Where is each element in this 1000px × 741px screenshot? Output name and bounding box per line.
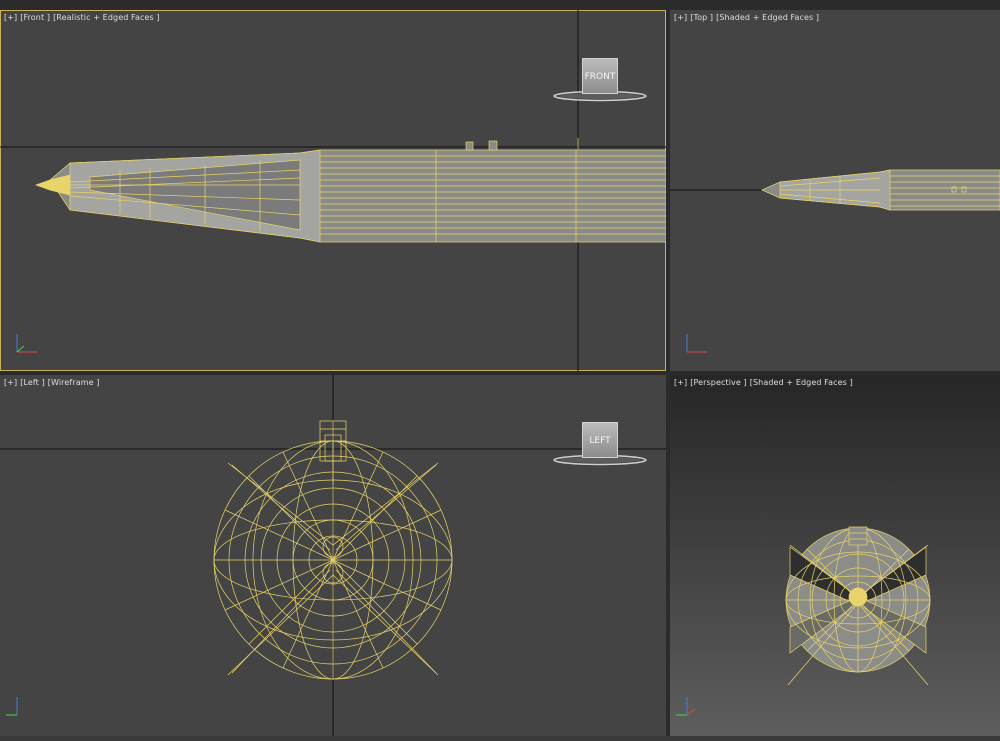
viewcube-front-face[interactable]: FRONT [582,58,618,94]
left-axis-gizmo [6,697,18,716]
front-viewcube[interactable]: FRONT [552,58,648,104]
top-axis-gizmo [686,334,707,353]
front-viewport-label[interactable]: [+] [Front ] [Realistic + Edged Faces ] [4,13,163,22]
front-viewport-menu[interactable]: [+] [4,13,17,22]
viewcube-left-face[interactable]: LEFT [582,422,618,458]
top-viewport-menu[interactable]: [+] [674,13,687,22]
perspective-axis-gizmo [676,697,696,716]
submarine-top-model [761,169,1000,211]
submarine-front-model [34,138,666,243]
status-bar-edge [0,736,1000,741]
top-shading-label[interactable]: [Shaded + Edged Faces ] [716,13,819,22]
front-axis-gizmo [16,334,37,353]
left-shading-label[interactable]: [Wireframe ] [48,378,100,387]
perspective-scene [676,526,931,716]
top-view-label[interactable]: [Top ] [690,13,713,22]
left-viewport[interactable]: [+] [Left ] [Wireframe ] LEFT [0,375,666,736]
top-viewport[interactable]: [+] [Top ] [Shaded + Edged Faces ] [670,10,1000,371]
front-shading-label[interactable]: [Realistic + Edged Faces ] [53,13,160,22]
left-viewport-menu[interactable]: [+] [4,378,17,387]
left-view-label[interactable]: [Left ] [20,378,45,387]
perspective-viewport-menu[interactable]: [+] [674,378,687,387]
top-viewport-label[interactable]: [+] [Top ] [Shaded + Edged Faces ] [674,13,822,22]
front-view-label[interactable]: [Front ] [20,13,50,22]
top-scene [670,169,1000,353]
submarine-perspective-model [785,526,931,686]
perspective-shading-label[interactable]: [Shaded + Edged Faces ] [750,378,853,387]
front-viewport[interactable]: [+] [Front ] [Realistic + Edged Faces ] FR… [0,10,666,371]
submarine-left-wireframe [213,420,453,680]
left-viewcube[interactable]: LEFT [552,422,648,468]
perspective-viewport-label[interactable]: [+] [Perspective ] [Shaded + Edged Faces ] [674,378,856,387]
left-viewport-label[interactable]: [+] [Left ] [Wireframe ] [4,378,103,387]
perspective-view-label[interactable]: [Perspective ] [690,378,747,387]
perspective-viewport[interactable]: [+] [Perspective ] [Shaded + Edged Faces ] [670,375,1000,736]
